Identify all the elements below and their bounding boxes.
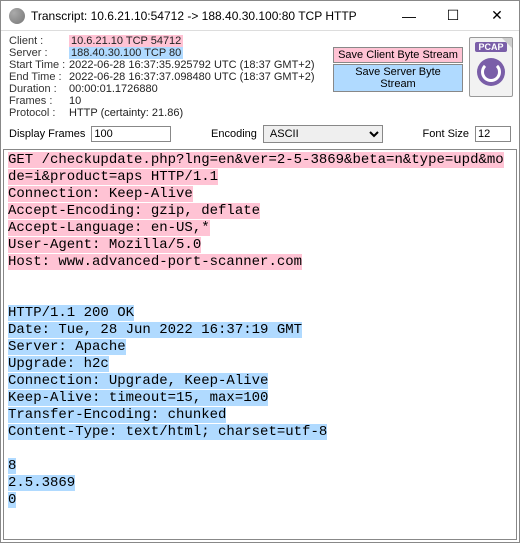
protocol-label: Protocol : [9, 107, 69, 119]
display-frames-input[interactable] [91, 126, 171, 142]
server-value: 188.40.30.100 TCP 80 [69, 47, 331, 59]
save-server-button[interactable]: Save Server Byte Stream [333, 64, 463, 92]
server-label: Server : [9, 47, 69, 59]
minimize-button[interactable]: — [387, 1, 431, 31]
save-buttons: Save Client Byte Stream Save Server Byte… [333, 47, 463, 97]
save-client-button[interactable]: Save Client Byte Stream [333, 47, 463, 63]
app-icon [9, 8, 25, 24]
start-time-value: 2022-06-28 16:37:35.925792 UTC (18:37 GM… [69, 59, 331, 71]
titlebar: Transcript: 10.6.21.10:54712 -> 188.40.3… [1, 1, 519, 31]
encoding-select[interactable]: ASCII [263, 125, 383, 143]
duration-value: 00:00:01.1726880 [69, 83, 331, 95]
start-time-label: Start Time : [9, 59, 69, 71]
transcript-area[interactable]: GET /checkupdate.php?lng=en&ver=2-5-3869… [3, 149, 517, 540]
duration-label: Duration : [9, 83, 69, 95]
end-time-value: 2022-06-28 16:37:37.098480 UTC (18:37 GM… [69, 71, 331, 83]
fontsize-label: Font Size [423, 128, 469, 140]
maximize-button[interactable]: ☐ [431, 1, 475, 31]
header: Client : 10.6.21.10 TCP 54712 Server : 1… [1, 31, 519, 121]
pcap-file-icon[interactable]: PCAP [469, 37, 513, 97]
frames-value: 10 [69, 95, 331, 107]
encoding-label: Encoding [211, 128, 257, 140]
fontsize-input[interactable] [475, 126, 511, 142]
client-value: 10.6.21.10 TCP 54712 [69, 35, 331, 47]
client-request-block: GET /checkupdate.php?lng=en&ver=2-5-3869… [8, 152, 504, 270]
display-frames-label: Display Frames [9, 128, 85, 140]
protocol-value: HTTP (certainty: 21.86) [69, 107, 331, 119]
swirl-icon [477, 58, 505, 86]
end-time-label: End Time : [9, 71, 69, 83]
close-button[interactable]: ✕ [475, 1, 519, 31]
header-right: Save Client Byte Stream Save Server Byte… [331, 35, 513, 119]
client-label: Client : [9, 35, 69, 47]
frames-label: Frames : [9, 95, 69, 107]
window-title: Transcript: 10.6.21.10:54712 -> 188.40.3… [31, 9, 387, 23]
server-response-headers: HTTP/1.1 200 OK Date: Tue, 28 Jun 2022 1… [8, 305, 327, 440]
controls-bar: Display Frames Encoding ASCII Font Size [1, 121, 519, 147]
server-response-body: 8 2.5.3869 0 [8, 458, 75, 508]
metadata-grid: Client : 10.6.21.10 TCP 54712 Server : 1… [9, 35, 331, 119]
